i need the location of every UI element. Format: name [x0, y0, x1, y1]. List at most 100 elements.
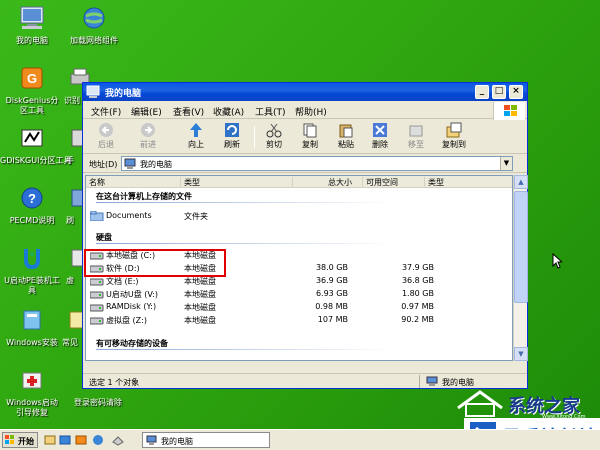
drive-total: 36.9 GB [315, 276, 348, 285]
menu-tools[interactable]: 工具(T) [255, 105, 286, 118]
group-divider [96, 243, 396, 244]
refresh-button[interactable]: 刷新 [215, 122, 249, 152]
copy-to-button[interactable]: 复制到 [437, 122, 471, 152]
refresh-icon [224, 122, 240, 138]
desktop-icon-label: U启动PE装机工具 [4, 276, 60, 295]
vertical-scrollbar[interactable]: ▲ ▼ [513, 175, 528, 361]
drive-total: 0.98 MB [315, 302, 348, 311]
diskgenius-icon: G [16, 62, 48, 94]
globe-icon [78, 2, 110, 34]
scroll-down-icon[interactable]: ▼ [514, 347, 528, 361]
scissors-icon [266, 122, 282, 138]
desktop-icon-label: 我的电脑 [16, 36, 48, 45]
maximize-button[interactable]: □ [492, 85, 506, 99]
address-value: 我的电脑 [140, 160, 172, 169]
drive-icon [89, 250, 104, 260]
up-arrow-icon [188, 122, 204, 138]
start-label: 开始 [18, 437, 34, 446]
scroll-thumb[interactable] [514, 191, 528, 303]
up-button[interactable]: 向上 [179, 122, 213, 152]
drive-row[interactable]: 文档 (E:) 本地磁盘 36.9 GB 36.8 GB [89, 275, 490, 288]
list-item[interactable]: Documents 文件夹 [89, 210, 490, 223]
desktop-icon-label: GDISKGUI分区工具 [0, 156, 72, 165]
desktop-icon-network[interactable]: 加载网络组件 [62, 2, 126, 46]
desktop-icon-windows-install[interactable]: Windows安装 [0, 304, 64, 348]
menu-view[interactable]: 查看(V) [173, 105, 204, 118]
desktop-icon-boot-repair[interactable]: Windows启动引导修复 [0, 364, 64, 418]
scroll-up-icon[interactable]: ▲ [514, 175, 528, 189]
back-button[interactable]: 后退 [89, 122, 123, 152]
column-type[interactable]: 类型 [180, 177, 200, 188]
delete-x-icon [372, 122, 388, 138]
computer-icon [124, 158, 136, 169]
computer-icon [16, 2, 48, 34]
drive-row[interactable]: RAMDisk (Y:) 本地磁盘 0.98 MB 0.97 MB [89, 301, 490, 314]
drive-free: 0.97 MB [401, 302, 434, 311]
desktop-icon-pecmd[interactable]: ? PECMD说明 [0, 182, 64, 226]
cut-button[interactable]: 剪切 [257, 122, 291, 152]
drive-row[interactable]: 虚拟盘 (Z:) 本地磁盘 107 MB 90.2 MB [89, 314, 490, 327]
move-to-icon [408, 122, 424, 138]
toolbar-label: 复制 [302, 140, 318, 149]
minimize-button[interactable]: _ [475, 85, 489, 99]
drive-row[interactable]: 本地磁盘 (C:) 本地磁盘 [89, 249, 490, 262]
desktop-icon-label: PECMD说明 [9, 216, 55, 225]
drive-row[interactable]: 软件 (D:) 本地磁盘 38.0 GB 37.9 GB [89, 262, 490, 275]
title-bar[interactable]: 我的电脑 _ □ × [83, 83, 527, 101]
column-name[interactable]: 名称 [86, 177, 105, 188]
drive-icon [89, 302, 104, 312]
desktop-icon-installer[interactable]: U启动PE装机工具 [0, 242, 64, 296]
drive-name: 虚拟盘 (Z:) [106, 316, 147, 325]
close-button[interactable]: × [509, 85, 523, 99]
computer-icon [426, 376, 438, 386]
menu-help[interactable]: 帮助(H) [295, 105, 327, 118]
column-free[interactable]: 可用空间 [362, 177, 398, 188]
copy-icon [302, 122, 318, 138]
menu-edit[interactable]: 编辑(E) [131, 105, 162, 118]
drive-icon [89, 263, 104, 273]
desktop-icon-gdisk[interactable]: GDISKGUI分区工具 [0, 122, 72, 166]
column-total[interactable]: 总大小 [292, 177, 362, 188]
menu-file[interactable]: 文件(F) [91, 105, 121, 118]
desktop-icon-my-computer[interactable]: 我的电脑 [0, 2, 64, 46]
drive-icon [89, 315, 104, 325]
drive-row[interactable]: U启动U盘 (V:) 本地磁盘 6.93 GB 1.80 GB [89, 288, 490, 301]
computer-icon [86, 85, 100, 99]
desktop-icon-diskgenius[interactable]: G DiskGenius分区工具 [0, 62, 64, 116]
drive-free: 90.2 MB [401, 315, 434, 324]
menu-bar: 文件(F) 编辑(E) 查看(V) 收藏(A) 工具(T) 帮助(H) [83, 102, 527, 119]
forward-button[interactable]: 前进 [131, 122, 165, 152]
drive-free: 37.9 GB [401, 263, 434, 272]
chevron-down-icon[interactable]: ▼ [500, 157, 512, 170]
help-icon: ? [16, 182, 48, 214]
quicklaunch-disk-icon[interactable] [59, 434, 71, 446]
toolbar-label: 向上 [188, 140, 204, 149]
paste-button[interactable]: 粘贴 [329, 122, 363, 152]
column-type2[interactable]: 类型 [424, 177, 444, 188]
file-list: 名称 类型 总大小 可用空间 类型 在这台计算机上存储的文件 Documents… [85, 175, 513, 361]
quicklaunch-desktop-icon[interactable] [112, 434, 124, 446]
forward-arrow-icon [140, 122, 156, 138]
address-bar: 地址(D) 我的电脑 ▼ [83, 155, 527, 173]
group-divider [96, 349, 396, 350]
address-input[interactable]: 我的电脑 ▼ [121, 156, 513, 171]
drive-name: U启动U盘 (V:) [106, 290, 159, 299]
menu-favorites[interactable]: 收藏(A) [213, 105, 244, 118]
start-button[interactable]: 开始 [2, 432, 38, 448]
status-location-text: 我的电脑 [442, 378, 474, 387]
copy-button[interactable]: 复制 [293, 122, 327, 152]
quicklaunch-network-icon[interactable] [92, 434, 104, 446]
u-logo-icon [16, 242, 48, 274]
delete-button[interactable]: 删除 [363, 122, 397, 152]
windows-flag-icon [493, 102, 525, 120]
drive-name: 本地磁盘 (C:) [106, 251, 156, 260]
svg-text:?: ? [28, 191, 36, 206]
watermark-xitong: 系统之家 Www.Xitong.Com [452, 388, 600, 420]
move-to-button[interactable]: 移至 [399, 122, 433, 152]
quicklaunch-tool-icon[interactable] [75, 434, 87, 446]
taskbar-item-my-computer[interactable]: 我的电脑 [142, 432, 270, 448]
quicklaunch-explorer-icon[interactable] [44, 434, 56, 446]
drive-free: 1.80 GB [401, 289, 434, 298]
toolbar-label: 复制到 [442, 140, 466, 149]
windows-flag-icon [5, 435, 15, 445]
